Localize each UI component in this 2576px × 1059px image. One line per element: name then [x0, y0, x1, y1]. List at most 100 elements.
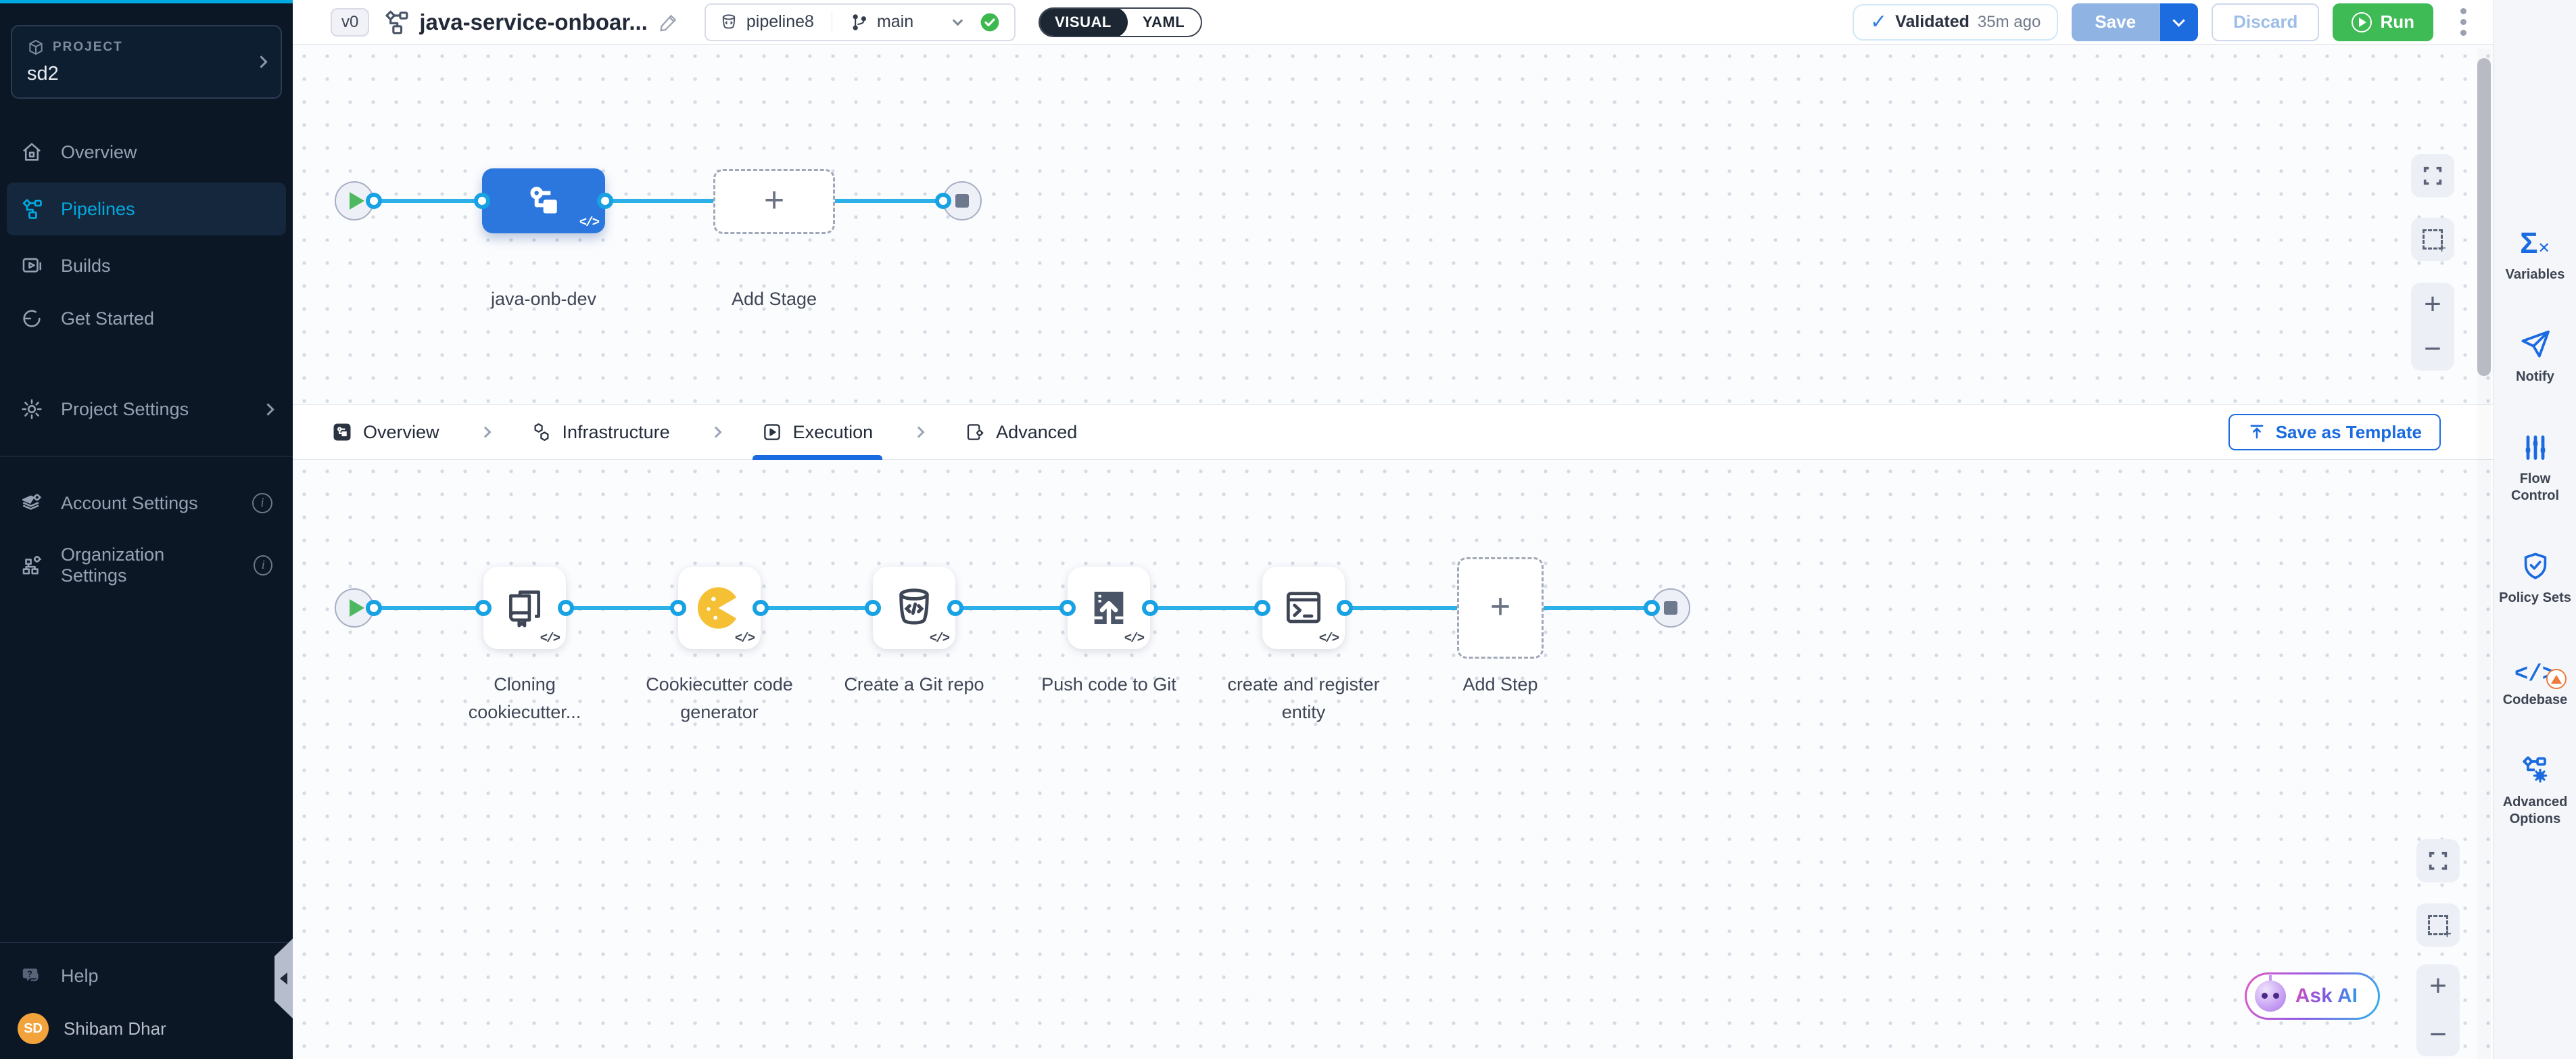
- connector-dot[interactable]: [935, 193, 951, 209]
- connector-dot[interactable]: [366, 193, 382, 209]
- connector-dot[interactable]: [865, 600, 881, 616]
- validated-status[interactable]: ✓ Validated 35m ago: [1853, 4, 2058, 41]
- sigma-x-icon: Σ✕: [2520, 225, 2550, 258]
- rail-item-codebase[interactable]: </> Codebase: [2498, 650, 2573, 709]
- toggle-visual[interactable]: VISUAL: [1039, 7, 1128, 37]
- discard-button[interactable]: Discard: [2212, 3, 2319, 41]
- terminal-icon: [1282, 586, 1325, 630]
- canvas-reset-selection-button[interactable]: [2411, 218, 2454, 261]
- toggle-yaml[interactable]: YAML: [1126, 7, 1201, 37]
- paper-plane-icon: [2519, 327, 2552, 360]
- save-as-template-button[interactable]: Save as Template: [2228, 414, 2441, 450]
- rail-item-flow-control[interactable]: Flow Control: [2498, 429, 2573, 504]
- user-name: Shibam Dhar: [64, 1018, 166, 1039]
- pipeline-icon: [383, 9, 410, 36]
- more-options-kebab[interactable]: [2447, 3, 2480, 41]
- pipeline-tools-rail: Σ✕ Variables Notify Flow Control Policy …: [2494, 0, 2576, 1059]
- branch-name[interactable]: main: [877, 12, 913, 32]
- zoom-in-button[interactable]: +: [2424, 289, 2441, 319]
- connector-dot[interactable]: [670, 600, 686, 616]
- sidebar-item-account-settings[interactable]: Account Settings i: [0, 477, 293, 530]
- connector-dot[interactable]: [947, 600, 963, 616]
- connector-dot[interactable]: [475, 600, 492, 616]
- add-step-label: Add Step: [1419, 671, 1581, 699]
- help-chat-icon: ?: [20, 964, 43, 987]
- run-button[interactable]: Run: [2333, 3, 2433, 41]
- stage-canvas[interactable]: </> + java-onb-dev Add Stage + −: [293, 45, 2494, 404]
- step-create-register-entity[interactable]: </>: [1262, 567, 1345, 649]
- rail-item-variables[interactable]: Σ✕ Variables: [2498, 225, 2573, 283]
- connector-dot[interactable]: [1254, 600, 1270, 616]
- pipeline-gear-icon: [2519, 752, 2552, 786]
- upload-icon: [2247, 423, 2266, 442]
- stage-connector-line: [354, 199, 962, 203]
- stop-icon: [955, 194, 969, 208]
- sidebar-item-organization-settings[interactable]: Organization Settings i: [0, 530, 293, 601]
- edit-pencil-icon[interactable]: [659, 12, 679, 32]
- chevron-down-icon[interactable]: [953, 16, 963, 26]
- execution-canvas[interactable]: </> </> </> </> </>: [293, 460, 2494, 1059]
- add-stage-button[interactable]: +: [713, 169, 835, 234]
- sidebar-item-pipelines[interactable]: Pipelines: [7, 183, 286, 235]
- tab-execution[interactable]: Execution: [762, 405, 874, 459]
- connector-dot[interactable]: [1059, 600, 1076, 616]
- sidebar-item-project-settings[interactable]: Project Settings: [0, 383, 293, 436]
- sidebar-item-label: Account Settings: [61, 493, 198, 514]
- vertical-scrollbar[interactable]: [2477, 49, 2491, 1059]
- step-cloning-cookiecutter[interactable]: </>: [483, 567, 566, 649]
- step-cookiecutter-generator[interactable]: </>: [678, 567, 761, 649]
- step-create-git-repo[interactable]: </>: [873, 567, 955, 649]
- validated-label: Validated: [1895, 12, 1970, 32]
- code-warning-icon: </>: [2514, 650, 2556, 684]
- canvas-fit-view-button[interactable]: [2416, 839, 2460, 883]
- add-step-button[interactable]: +: [1457, 557, 1544, 659]
- tab-overview[interactable]: Overview: [332, 405, 439, 459]
- save-button[interactable]: Save: [2072, 3, 2159, 41]
- add-stage-label: Add Stage: [693, 285, 855, 313]
- warning-icon: [2546, 669, 2567, 689]
- shield-check-icon: [2520, 548, 2551, 582]
- zoom-out-button[interactable]: −: [2429, 1020, 2447, 1050]
- marquee-icon: [2423, 229, 2443, 250]
- project-name: sd2: [27, 63, 257, 85]
- user-profile[interactable]: SD Shibam Dhar: [0, 1002, 293, 1059]
- stage-node-java-onb-dev[interactable]: </>: [482, 168, 605, 233]
- connector-dot[interactable]: [1644, 600, 1660, 616]
- start-play-icon: [350, 599, 364, 617]
- pipeline-icon: [20, 197, 43, 220]
- connector-dot[interactable]: [597, 193, 613, 209]
- chevron-right-icon: [262, 403, 274, 415]
- info-icon[interactable]: i: [252, 493, 272, 513]
- connector-dot[interactable]: [366, 600, 382, 616]
- project-selector[interactable]: PROJECT sd2: [11, 25, 282, 99]
- connector-dot[interactable]: [1142, 600, 1158, 616]
- sidebar-item-help[interactable]: ? Help: [0, 949, 293, 1002]
- connector-dot[interactable]: [753, 600, 769, 616]
- rail-item-advanced-options[interactable]: Advanced Options: [2498, 752, 2573, 828]
- sidebar-item-builds[interactable]: Builds: [0, 239, 293, 292]
- save-options-button[interactable]: [2159, 3, 2198, 41]
- tab-infrastructure[interactable]: Infrastructure: [531, 405, 670, 459]
- info-icon[interactable]: i: [254, 555, 272, 575]
- sidebar-item-get-started[interactable]: Get Started: [0, 292, 293, 345]
- canvas-fit-view-button[interactable]: [2411, 154, 2454, 197]
- code-badge-icon: </>: [1124, 631, 1143, 646]
- stage-tab-bar: Overview Infrastructure Execution Advanc…: [293, 404, 2494, 460]
- rail-item-notify[interactable]: Notify: [2498, 327, 2573, 385]
- visual-yaml-toggle[interactable]: VISUAL YAML: [1039, 7, 1202, 37]
- connector-dot[interactable]: [558, 600, 574, 616]
- scrollbar-thumb[interactable]: [2477, 58, 2491, 376]
- ask-ai-button[interactable]: Ask AI: [2245, 972, 2380, 1020]
- connector-dot[interactable]: [1337, 600, 1353, 616]
- canvas-reset-selection-button[interactable]: [2416, 903, 2460, 947]
- zoom-out-button[interactable]: −: [2424, 334, 2441, 364]
- tab-advanced[interactable]: Advanced: [965, 405, 1077, 459]
- sidebar-item-overview[interactable]: Overview: [0, 126, 293, 179]
- zoom-in-button[interactable]: +: [2429, 971, 2447, 1001]
- pipeline-file-name[interactable]: pipeline8: [746, 12, 814, 32]
- step-push-code-to-git[interactable]: </>: [1068, 567, 1150, 649]
- connector-dot[interactable]: [474, 193, 490, 209]
- step-label: Cloning cookiecutter...: [444, 671, 606, 726]
- repo-icon: [719, 13, 738, 32]
- rail-item-policy-sets[interactable]: Policy Sets: [2498, 548, 2573, 607]
